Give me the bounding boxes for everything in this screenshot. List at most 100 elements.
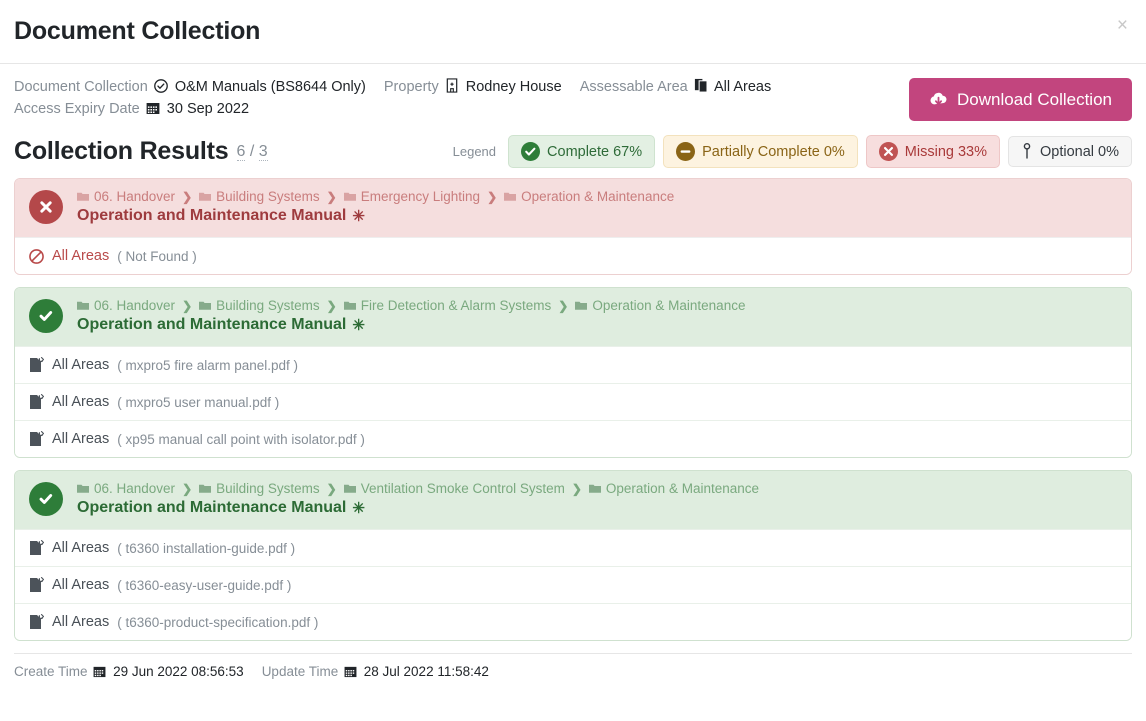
times-circle-icon <box>878 142 898 161</box>
result-file-row[interactable]: All Areas ( t6360-easy-user-guide.pdf ) <box>15 566 1131 603</box>
document-title: Operation and Maintenance Manual ✳ <box>77 207 674 225</box>
file-export-icon <box>29 577 44 593</box>
breadcrumb-item[interactable]: Building Systems <box>199 481 320 496</box>
legend: Legend Complete 67% Partially Complete 0… <box>453 135 1132 168</box>
close-icon[interactable]: × <box>1113 12 1132 39</box>
breadcrumb-label: Operation & Maintenance <box>521 189 675 204</box>
file-export-icon <box>29 357 44 373</box>
breadcrumb-item[interactable]: Building Systems <box>199 189 320 204</box>
chevron-right-icon: ❯ <box>326 481 337 496</box>
breadcrumb-label: 06. Handover <box>94 298 176 313</box>
check-circle-icon <box>29 482 63 516</box>
folder-icon <box>77 191 89 202</box>
file-name-label: ( mxpro5 fire alarm panel.pdf ) <box>117 357 299 373</box>
breadcrumb-item[interactable]: Emergency Lighting <box>343 189 480 204</box>
update-time-label: Update Time <box>261 664 339 679</box>
meta-assessable-area: Assessable Area All Areas <box>579 78 771 95</box>
calendar-icon <box>93 665 106 678</box>
file-name-label: ( mxpro5 user manual.pdf ) <box>117 394 280 410</box>
legend-label: Legend <box>452 144 497 159</box>
legend-label-missing: Missing 33% <box>904 143 987 160</box>
meta-label-document-collection: Document Collection <box>14 79 148 95</box>
breadcrumb-label: Building Systems <box>216 189 320 204</box>
result-file-row[interactable]: All Areas ( xp95 manual call point with … <box>15 420 1131 457</box>
meta-line-2: Access Expiry Date 30 Sep 2022 <box>14 98 785 120</box>
result-card[interactable]: 06. Handover ❯ Building Systems ❯ Fire D… <box>14 287 1132 458</box>
breadcrumb-item[interactable]: Building Systems <box>199 298 320 313</box>
document-collection-modal: Document Collection × Document Collectio… <box>0 0 1146 721</box>
breadcrumb: 06. Handover ❯ Building Systems ❯ Fire D… <box>77 298 745 313</box>
calendar-icon <box>146 101 160 115</box>
required-asterisk-icon: ✳ <box>352 208 365 225</box>
count-separator: / <box>249 142 255 160</box>
legend-label-optional: Optional 0% <box>1040 143 1119 160</box>
document-title: Operation and Maintenance Manual ✳ <box>77 499 759 517</box>
file-export-icon <box>29 431 44 447</box>
meta-line-1: Document Collection O&M Manuals (BS8644 … <box>14 76 785 98</box>
result-file-row[interactable]: All Areas ( mxpro5 fire alarm panel.pdf … <box>15 346 1131 383</box>
required-asterisk-icon: ✳ <box>352 317 365 334</box>
breadcrumb-item[interactable]: Operation & Maintenance <box>588 481 759 496</box>
meta-property: Property Rodney House <box>383 78 566 95</box>
modal-titlebar: Document Collection × <box>0 0 1146 64</box>
collection-meta: Document Collection O&M Manuals (BS8644 … <box>14 76 785 120</box>
calendar-icon <box>344 665 357 678</box>
chevron-right-icon: ❯ <box>571 481 582 496</box>
collection-results-list: 06. Handover ❯ Building Systems ❯ Emerge… <box>0 178 1146 641</box>
breadcrumb-item[interactable]: 06. Handover <box>77 298 175 313</box>
result-file-row[interactable]: All Areas ( t6360 installation-guide.pdf… <box>15 529 1131 566</box>
meta-label-property: Property <box>383 79 439 95</box>
meta-label-assessable-area: Assessable Area <box>579 79 688 95</box>
folder-icon <box>575 300 588 311</box>
result-file-row[interactable]: All Areas ( Not Found ) <box>15 237 1131 274</box>
minus-circle-icon <box>676 142 696 161</box>
legend-item-optional[interactable]: Optional 0% <box>1008 136 1132 167</box>
breadcrumb-item[interactable]: Operation & Maintenance <box>504 189 674 204</box>
breadcrumb-item[interactable]: 06. Handover <box>77 481 175 496</box>
download-collection-label: Download Collection <box>957 89 1112 109</box>
check-circle-icon <box>153 79 168 93</box>
result-card[interactable]: 06. Handover ❯ Building Systems ❯ Emerge… <box>14 178 1132 275</box>
chevron-right-icon: ❯ <box>182 481 193 496</box>
download-collection-button[interactable]: Download Collection <box>909 78 1132 121</box>
breadcrumb-item[interactable]: 06. Handover <box>77 189 175 204</box>
create-time-value: 29 Jun 2022 08:56:53 <box>113 664 244 679</box>
file-name-label: ( t6360 installation-guide.pdf ) <box>117 540 296 556</box>
result-file-row[interactable]: All Areas ( t6360-product-specification.… <box>15 603 1131 640</box>
area-label: All Areas <box>52 431 110 447</box>
chevron-right-icon: ❯ <box>558 298 569 313</box>
folder-icon <box>343 191 356 202</box>
result-card-header: 06. Handover ❯ Building Systems ❯ Fire D… <box>15 288 1131 346</box>
legend-item-missing[interactable]: Missing 33% <box>865 135 1000 168</box>
collection-results-count: 6 / 3 <box>236 142 268 161</box>
chevron-right-icon: ❯ <box>326 298 337 313</box>
folder-icon <box>199 191 212 202</box>
pin-icon <box>1021 143 1033 160</box>
breadcrumb-item[interactable]: Operation & Maintenance <box>575 298 745 313</box>
collection-results-header: Collection Results 6 / 3 Legend Complete… <box>0 121 1146 178</box>
create-time-label: Create Time <box>14 664 88 679</box>
chevron-right-icon: ❯ <box>487 189 498 204</box>
count-found: 6 <box>236 142 246 161</box>
legend-item-complete[interactable]: Complete 67% <box>508 135 656 168</box>
cloud-download-icon <box>929 92 948 107</box>
required-asterisk-icon: ✳ <box>352 500 365 517</box>
breadcrumb-item[interactable]: Fire Detection & Alarm Systems <box>343 298 551 313</box>
result-card-header-text: 06. Handover ❯ Building Systems ❯ Ventil… <box>77 481 759 517</box>
breadcrumb: 06. Handover ❯ Building Systems ❯ Emerge… <box>77 189 674 204</box>
result-card[interactable]: 06. Handover ❯ Building Systems ❯ Ventil… <box>14 470 1132 641</box>
times-circle-icon <box>29 190 63 224</box>
modal-footer: Create Time 29 Jun 2022 08:56:53 Update … <box>14 653 1132 679</box>
breadcrumb-label: 06. Handover <box>94 481 176 496</box>
layers-icon <box>694 78 708 93</box>
breadcrumb-item[interactable]: Ventilation Smoke Control System <box>343 481 565 496</box>
breadcrumb-label: Building Systems <box>216 298 320 313</box>
file-export-icon <box>29 614 44 630</box>
document-title: Operation and Maintenance Manual ✳ <box>77 316 745 334</box>
result-file-row[interactable]: All Areas ( mxpro5 user manual.pdf ) <box>15 383 1131 420</box>
result-card-header-text: 06. Handover ❯ Building Systems ❯ Fire D… <box>77 298 745 334</box>
legend-item-partially-complete[interactable]: Partially Complete 0% <box>663 135 858 168</box>
area-label: All Areas <box>52 540 110 556</box>
file-export-icon <box>29 394 44 410</box>
meta-value-document-collection: O&M Manuals (BS8644 Only) <box>174 79 366 95</box>
